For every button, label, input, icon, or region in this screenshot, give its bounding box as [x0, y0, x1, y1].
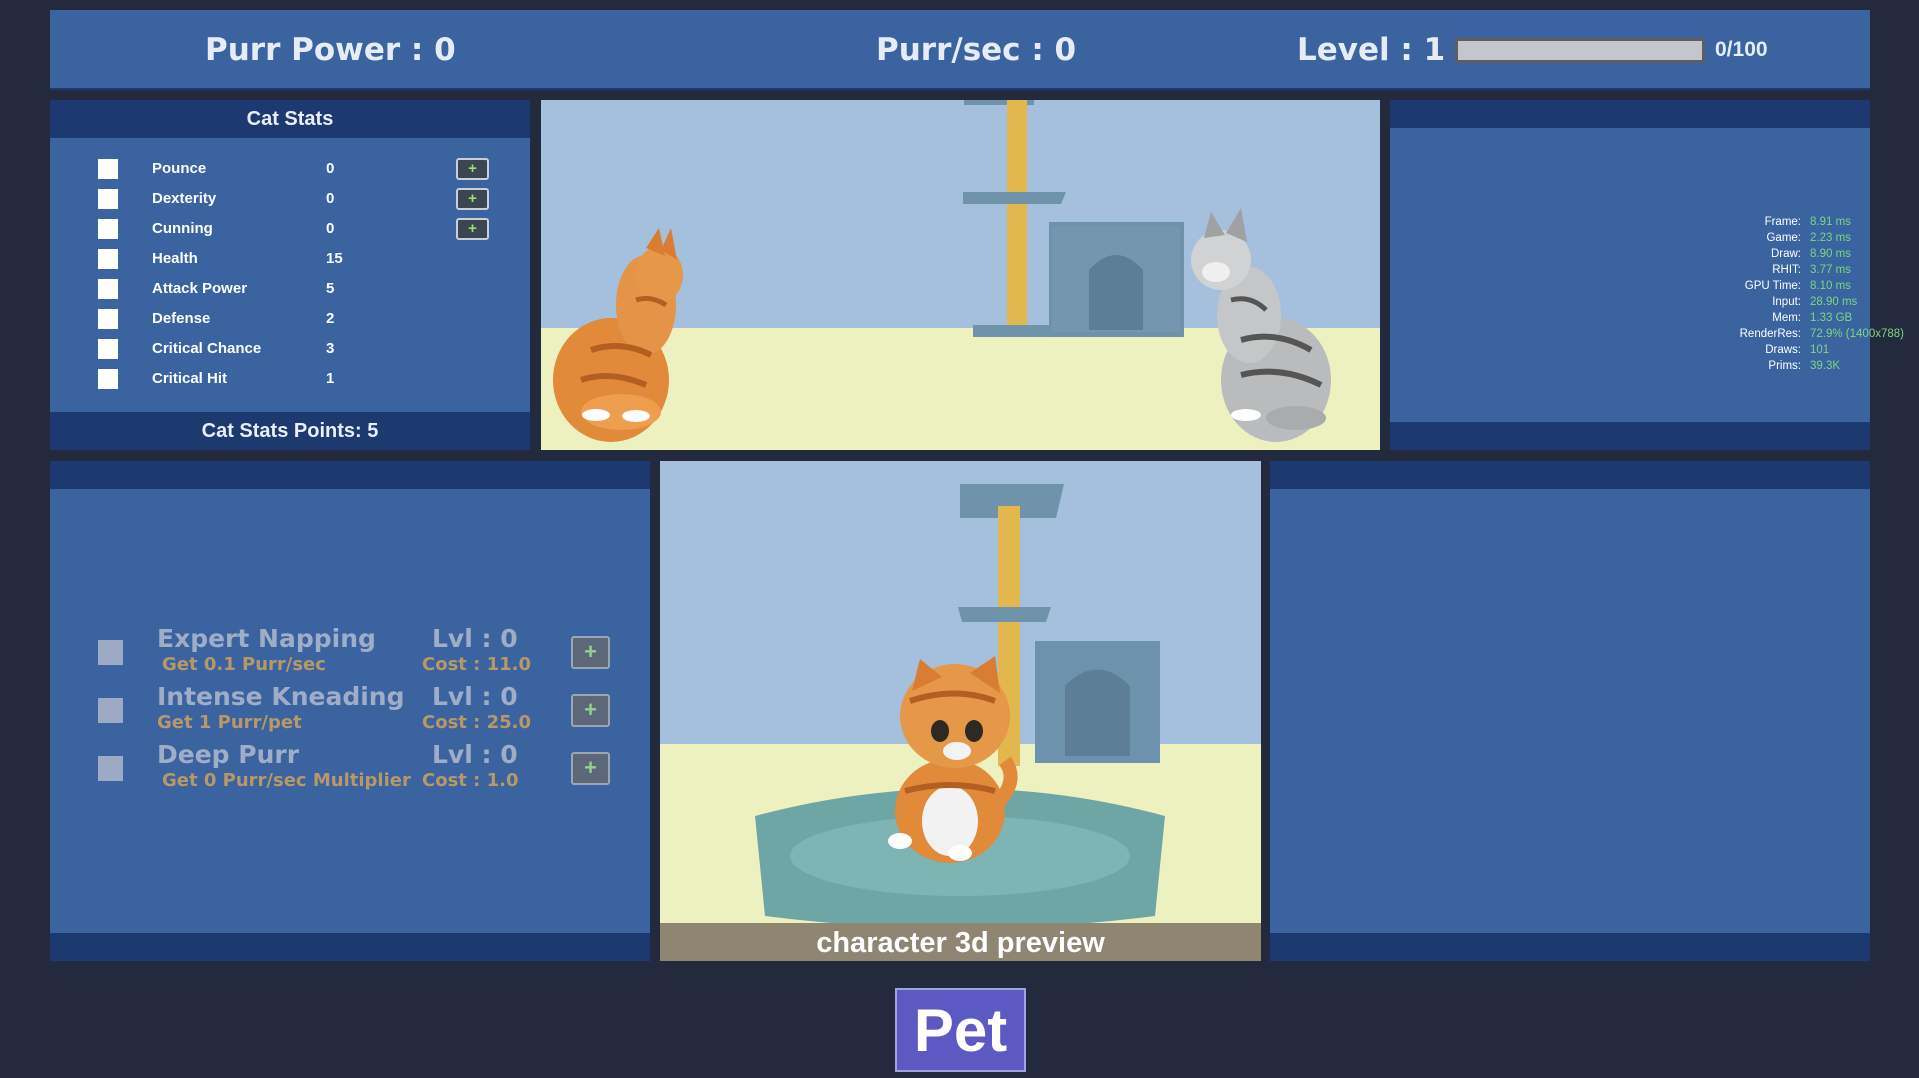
- stat-label: Critical Chance: [152, 340, 262, 357]
- cat-stats-title: Cat Stats: [50, 100, 530, 138]
- stat-value: 15: [326, 250, 343, 267]
- stat-label: Pounce: [152, 160, 207, 177]
- upgrade-cost: Cost : 11.0: [422, 654, 532, 675]
- stat-value: 0: [326, 220, 335, 237]
- purr-power-counter: Purr Power : 0: [205, 32, 456, 68]
- upgrade-level: Lvl : 0: [432, 682, 518, 711]
- buy-deep-purr-button[interactable]: +: [571, 752, 610, 785]
- stat-row-critical-chance: Critical Chance 3: [50, 334, 530, 364]
- stat-label: Critical Hit: [152, 370, 228, 387]
- stat-checkbox[interactable]: [98, 189, 118, 209]
- perf-render-res: RenderRes: 72.9% (1400x788): [1739, 328, 1904, 340]
- upgrades-panel: Expert Napping Get 0.1 Purr/sec Lvl : 0 …: [50, 461, 650, 961]
- preview-label: character 3d preview: [660, 923, 1261, 961]
- panel-footer-bar: [1390, 422, 1870, 450]
- perf-prims: Prims: 39.3K: [1768, 360, 1841, 372]
- battle-scene-view: [541, 100, 1380, 450]
- cat-stats-panel: Cat Stats Pounce 0 + Dexterity 0 + Cunni…: [50, 100, 530, 450]
- performance-stats-overlay: Frame: 8.91 ms Game: 2.23 ms Draw: 8.90 ms …: [1700, 214, 1919, 374]
- upgrade-deep-purr: Deep Purr Get 0 Purr/sec Multiplier Lvl …: [50, 740, 650, 798]
- stat-label: Dexterity: [152, 190, 217, 207]
- upgrade-name: Expert Napping: [157, 624, 376, 653]
- stat-value: 2: [326, 310, 335, 327]
- upgrade-cost: Cost : 1.0: [422, 770, 519, 791]
- upgrade-checkbox[interactable]: [98, 698, 123, 723]
- character-3d-preview[interactable]: character 3d preview: [660, 461, 1261, 961]
- xp-progress-bar: [1455, 38, 1705, 63]
- right-bottom-panel: [1270, 461, 1870, 961]
- stat-checkbox[interactable]: [98, 309, 118, 329]
- upgrade-checkbox[interactable]: [98, 640, 123, 665]
- perf-rhit: RHIT: 3.77 ms: [1772, 264, 1851, 276]
- perf-mem: Mem: 1.33 GB: [1772, 312, 1853, 324]
- stat-value: 3: [326, 340, 335, 357]
- perf-draw: Draw: 8.90 ms: [1770, 248, 1851, 260]
- panel-footer-bar: [50, 933, 650, 961]
- upgrade-name: Deep Purr: [157, 740, 300, 769]
- stat-row-dexterity: Dexterity 0 +: [50, 184, 530, 214]
- level-indicator: Level : 1: [1297, 32, 1446, 68]
- stat-row-pounce: Pounce 0 +: [50, 154, 530, 184]
- character-preview-illustration: [660, 461, 1261, 961]
- upgrade-description: Get 0 Purr/sec Multiplier: [162, 770, 411, 791]
- cat-stats-points: Cat Stats Points: 5: [50, 412, 530, 450]
- panel-footer-bar: [1270, 933, 1870, 961]
- stat-row-attack-power: Attack Power 5: [50, 274, 530, 304]
- upgrade-name: Intense Kneading: [157, 682, 405, 711]
- perf-game: Game: 2.23 ms: [1766, 232, 1851, 244]
- increase-cunning-button[interactable]: +: [456, 218, 489, 240]
- upgrade-cost: Cost : 25.0: [422, 712, 532, 733]
- purr-per-sec-counter: Purr/sec : 0: [876, 32, 1077, 68]
- stat-value: 0: [326, 190, 335, 207]
- increase-pounce-button[interactable]: +: [456, 158, 489, 180]
- buy-intense-kneading-button[interactable]: +: [571, 694, 610, 727]
- upgrade-level: Lvl : 0: [432, 624, 518, 653]
- upgrade-description: Get 1 Purr/pet: [157, 712, 302, 733]
- stat-row-health: Health 15: [50, 244, 530, 274]
- panel-header-bar: [1270, 461, 1870, 489]
- perf-frame: Frame: 8.91 ms: [1764, 216, 1851, 228]
- upgrade-level: Lvl : 0: [432, 740, 518, 769]
- perf-draws: Draws: 101: [1765, 344, 1830, 356]
- stat-checkbox[interactable]: [98, 219, 118, 239]
- upgrade-expert-napping: Expert Napping Get 0.1 Purr/sec Lvl : 0 …: [50, 624, 650, 682]
- stat-label: Attack Power: [152, 280, 248, 297]
- stat-value: 1: [326, 370, 335, 387]
- top-hud: Purr Power : 0 Purr/sec : 0 Level : 1 0/…: [50, 10, 1870, 90]
- upgrade-checkbox[interactable]: [98, 756, 123, 781]
- stat-label: Defense: [152, 310, 211, 327]
- battle-scene-illustration: [541, 100, 1380, 450]
- stat-row-defense: Defense 2: [50, 304, 530, 334]
- upgrade-intense-kneading: Intense Kneading Get 1 Purr/pet Lvl : 0 …: [50, 682, 650, 740]
- stat-checkbox[interactable]: [98, 279, 118, 299]
- stat-checkbox[interactable]: [98, 339, 118, 359]
- stat-label: Health: [152, 250, 198, 267]
- stat-value: 0: [326, 160, 335, 177]
- stat-row-critical-hit: Critical Hit 1: [50, 364, 530, 394]
- panel-header-bar: [50, 461, 650, 489]
- perf-gpu-time: GPU Time: 8.10 ms: [1744, 280, 1851, 292]
- increase-dexterity-button[interactable]: +: [456, 188, 489, 210]
- stat-value: 5: [326, 280, 335, 297]
- buy-expert-napping-button[interactable]: +: [571, 636, 610, 669]
- stat-label: Cunning: [152, 220, 213, 237]
- stat-checkbox[interactable]: [98, 249, 118, 269]
- stat-checkbox[interactable]: [98, 369, 118, 389]
- panel-header-bar: [1390, 100, 1870, 128]
- xp-progress-text: 0/100: [1715, 38, 1768, 61]
- stat-row-cunning: Cunning 0 +: [50, 214, 530, 244]
- perf-input: Input: 28.90 ms: [1772, 296, 1858, 308]
- stat-checkbox[interactable]: [98, 159, 118, 179]
- pet-button[interactable]: Pet: [895, 988, 1026, 1072]
- upgrade-description: Get 0.1 Purr/sec: [162, 654, 326, 675]
